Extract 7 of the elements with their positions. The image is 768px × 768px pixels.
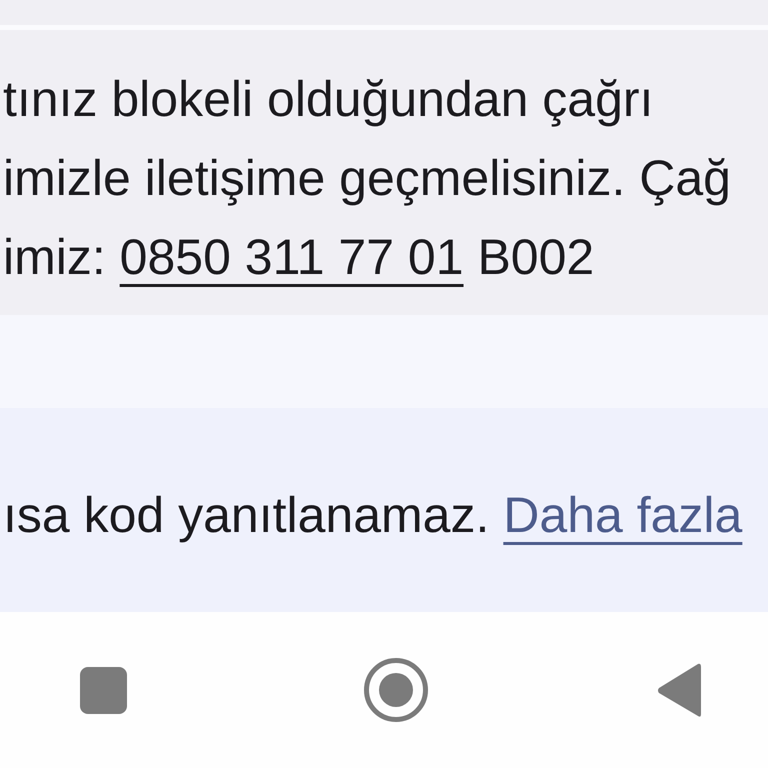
recents-icon[interactable]: [80, 666, 127, 714]
notice-text: ısa kod yanıtlanamaz. Daha fazla: [3, 486, 742, 545]
learn-more-link[interactable]: Daha fazla: [503, 487, 742, 543]
home-icon[interactable]: [364, 658, 428, 722]
message-text: tınız blokeli olduğundan çağrı imizle iletişime geçmelisiniz. Çağ imiz: 0850 311 77 01 B002: [3, 70, 731, 287]
back-icon[interactable]: [657, 662, 701, 718]
phone-link[interactable]: 0850 311 77 01: [120, 229, 464, 285]
